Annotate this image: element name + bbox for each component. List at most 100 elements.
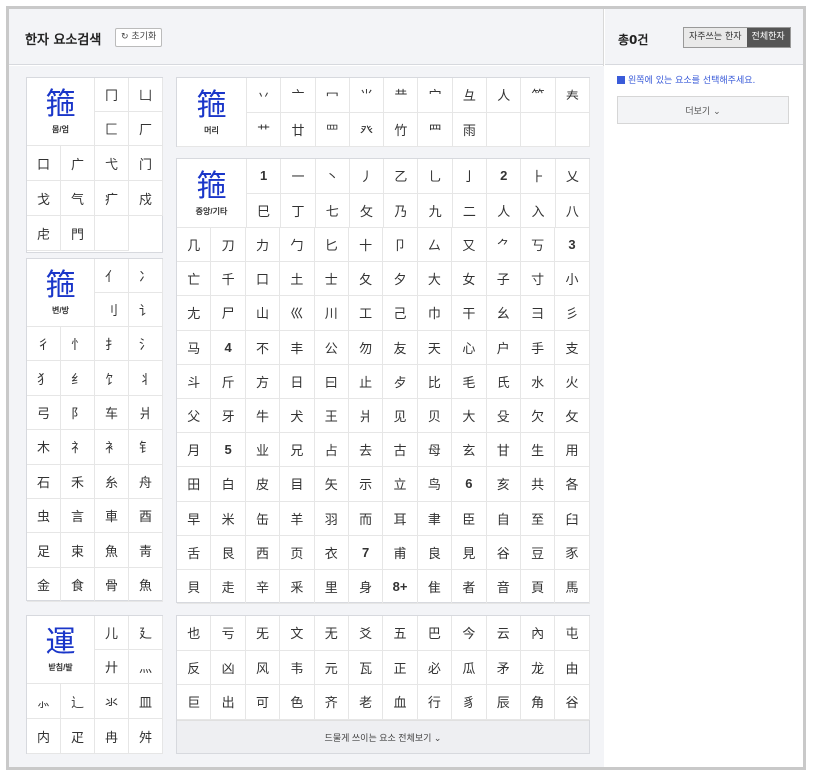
element-cell[interactable]: 角 xyxy=(520,685,556,720)
element-cell[interactable]: 而 xyxy=(348,501,384,536)
element-cell[interactable]: 豸 xyxy=(452,685,487,720)
element-cell[interactable]: 巨 xyxy=(177,685,212,720)
element-cell[interactable]: 乂 xyxy=(555,159,590,194)
element-cell[interactable]: 亅 xyxy=(452,159,488,194)
element-cell[interactable]: 方 xyxy=(245,364,281,399)
element-cell[interactable]: 夂 xyxy=(348,262,384,297)
element-cell[interactable]: 甫 xyxy=(383,535,418,570)
element-cell[interactable]: 尢 xyxy=(177,296,212,331)
element-cell[interactable]: 士 xyxy=(314,262,349,297)
element-cell[interactable]: 酉 xyxy=(129,498,163,534)
element-cell[interactable]: 內 xyxy=(520,616,556,651)
element-cell[interactable]: 文 xyxy=(280,616,315,651)
element-cell[interactable]: 旡 xyxy=(245,616,281,651)
element-cell[interactable]: 丶 xyxy=(315,159,350,194)
element-cell[interactable]: 共 xyxy=(520,467,556,502)
element-cell[interactable]: 扌 xyxy=(95,327,129,362)
element-cell[interactable]: 舟 xyxy=(129,464,163,499)
element-cell[interactable]: 辛 xyxy=(245,569,281,605)
element-cell[interactable]: 元 xyxy=(314,650,349,685)
element-cell[interactable]: 寸 xyxy=(520,262,556,297)
element-cell[interactable]: 犭 xyxy=(27,361,61,396)
element-cell[interactable]: 聿 xyxy=(417,501,453,536)
element-cell[interactable]: 厂 xyxy=(129,112,163,146)
element-cell[interactable]: 业 xyxy=(245,433,281,468)
element-cell[interactable]: 欠 xyxy=(520,398,556,434)
element-cell[interactable]: 屯 xyxy=(555,616,590,651)
element-cell[interactable]: 走 xyxy=(211,569,246,605)
rare-show-all-button[interactable]: 드물게 쓰이는 요소 전체보기 ⌄ xyxy=(177,720,589,753)
element-cell[interactable]: 车 xyxy=(95,395,129,431)
element-cell[interactable]: 辶 xyxy=(61,684,95,719)
element-cell[interactable]: 丂 xyxy=(520,228,556,263)
element-cell[interactable]: 人 xyxy=(487,78,522,113)
element-cell[interactable]: 曰 xyxy=(314,364,349,399)
element-cell[interactable]: 彐 xyxy=(520,296,556,331)
element-cell[interactable]: 用 xyxy=(555,433,590,468)
element-cell[interactable]: 门 xyxy=(129,146,163,181)
element-cell[interactable]: 匚 xyxy=(95,112,129,146)
element-cell[interactable]: 弓 xyxy=(27,395,61,431)
element-cell[interactable]: 車 xyxy=(95,498,129,534)
element-cell[interactable]: 十 xyxy=(348,228,384,263)
element-cell[interactable]: 犬 xyxy=(280,398,315,434)
element-cell[interactable]: 山 xyxy=(245,296,281,331)
tab-frequent-hanja[interactable]: 자주쓰는 한자 xyxy=(684,28,747,47)
element-cell[interactable]: 乚 xyxy=(418,159,453,194)
element-cell[interactable]: 束 xyxy=(61,533,95,568)
element-cell[interactable]: 音 xyxy=(486,569,521,605)
element-cell[interactable]: 亻 xyxy=(95,259,129,293)
element-cell[interactable]: 殳 xyxy=(486,398,521,434)
element-cell[interactable]: 雨 xyxy=(452,112,488,147)
element-cell[interactable]: 今 xyxy=(452,616,487,651)
element-cell[interactable]: 冉 xyxy=(95,719,129,754)
element-cell[interactable]: 斤 xyxy=(211,364,246,399)
element-cell[interactable]: 亠 xyxy=(281,78,316,113)
element-cell[interactable]: 几 xyxy=(177,228,212,263)
element-cell[interactable]: 弋 xyxy=(95,146,129,181)
element-cell[interactable]: 彳 xyxy=(27,327,61,362)
element-cell[interactable]: 马 xyxy=(177,330,212,365)
element-cell[interactable]: 亡 xyxy=(177,262,212,297)
element-cell[interactable]: 魚 xyxy=(129,567,163,603)
element-cell[interactable]: 彑 xyxy=(452,78,488,113)
element-cell[interactable]: 止 xyxy=(348,364,384,399)
element-cell[interactable]: 夕 xyxy=(383,262,418,297)
element-cell[interactable]: 又 xyxy=(452,228,487,263)
element-cell[interactable]: 不 xyxy=(245,330,281,365)
element-cell[interactable]: 爿 xyxy=(348,398,384,434)
element-cell[interactable]: 气 xyxy=(61,181,95,216)
element-cell[interactable]: 艮 xyxy=(211,535,246,570)
element-cell[interactable]: 示 xyxy=(348,467,384,502)
element-cell[interactable]: 风 xyxy=(245,650,281,685)
element-cell[interactable]: 足 xyxy=(27,533,61,568)
element-cell[interactable]: 亥 xyxy=(486,467,521,502)
element-cell[interactable]: 五 xyxy=(383,616,418,651)
element-cell[interactable]: 入 xyxy=(521,193,556,228)
element-cell[interactable]: 舌 xyxy=(177,535,212,570)
element-cell[interactable]: 老 xyxy=(348,685,384,720)
element-cell[interactable]: 王 xyxy=(314,398,349,434)
element-cell[interactable]: 西 xyxy=(245,535,281,570)
element-cell[interactable]: 心 xyxy=(452,330,487,365)
element-cell[interactable]: 母 xyxy=(417,433,453,468)
element-cell[interactable]: 云 xyxy=(486,616,521,651)
element-cell[interactable]: ⺊ xyxy=(521,159,556,194)
element-cell[interactable]: 至 xyxy=(520,501,556,536)
element-cell[interactable]: 丷 xyxy=(247,78,282,113)
element-cell[interactable]: 无 xyxy=(314,616,349,651)
element-cell[interactable]: 饣 xyxy=(95,361,129,396)
element-cell[interactable]: 瓜 xyxy=(452,650,487,685)
element-cell[interactable]: 也 xyxy=(177,616,212,651)
element-cell[interactable]: 女 xyxy=(452,262,487,297)
element-cell[interactable]: 牙 xyxy=(211,398,246,434)
element-cell[interactable]: 贝 xyxy=(417,398,453,434)
element-cell[interactable]: 匕 xyxy=(314,228,349,263)
element-cell[interactable]: 小 xyxy=(555,262,590,297)
element-cell[interactable]: 氏 xyxy=(486,364,521,399)
element-cell[interactable]: ⺈ xyxy=(486,228,521,263)
element-cell[interactable]: 甘 xyxy=(486,433,521,468)
element-cell[interactable]: ⺫ xyxy=(418,112,453,147)
element-cell[interactable]: 虍 xyxy=(27,216,61,251)
element-cell[interactable]: 川 xyxy=(314,296,349,331)
